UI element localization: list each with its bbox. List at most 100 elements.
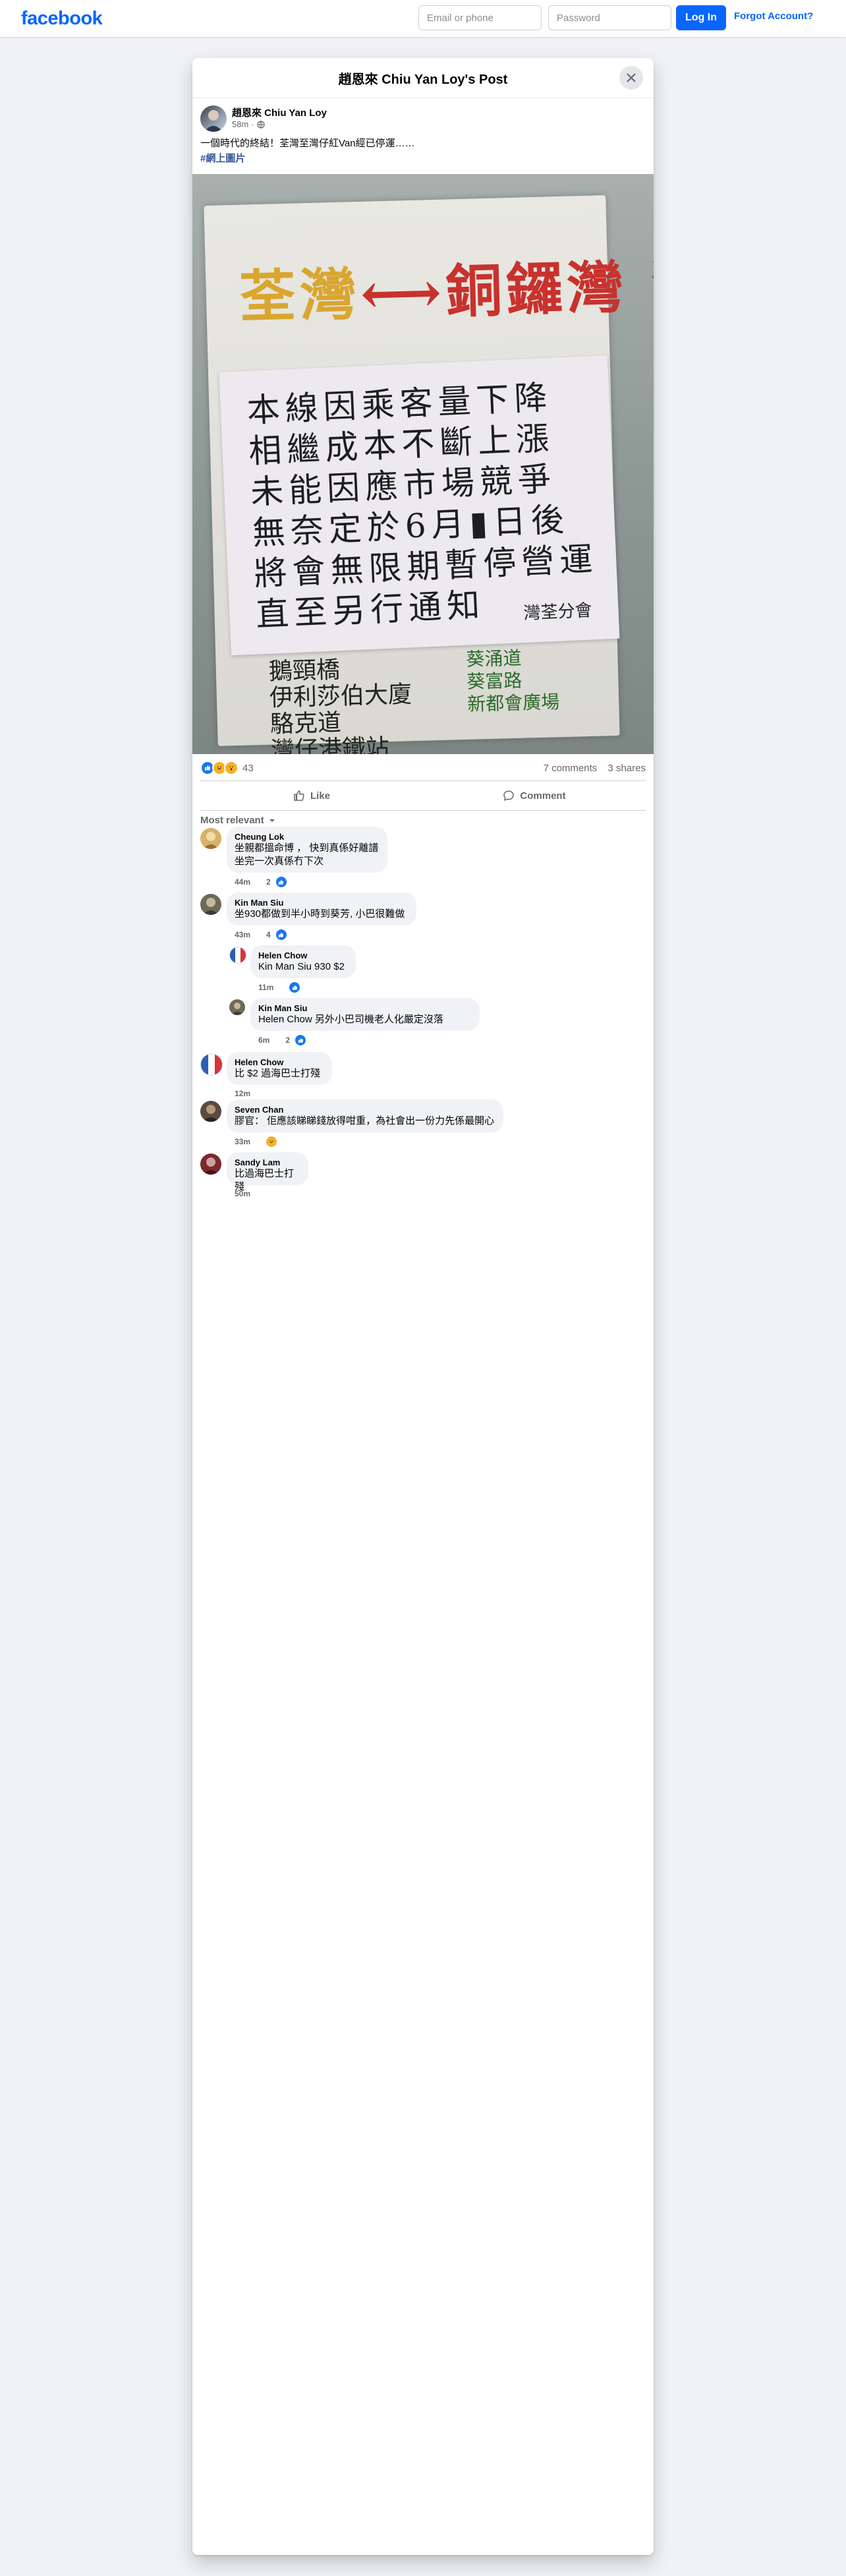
route-dest: 灣仔 [650, 250, 654, 320]
comment: Cheung Lok 坐親都搵命博 ， 快到真係好離譜 坐完一次真係冇下次 44… [200, 827, 646, 893]
comment-meta: 6m 2 [258, 1035, 306, 1045]
thumbs-up-icon [294, 790, 304, 801]
post-text: 一個時代的終結！荃灣至灣仔紅Van經已停運…… [200, 138, 415, 149]
author-avatar[interactable] [200, 105, 227, 132]
forgot-account-link[interactable]: Forgot Account? [734, 11, 813, 22]
comment-time[interactable]: 43m [235, 930, 250, 939]
comment-time[interactable]: 33m [235, 1137, 250, 1146]
author-avatar-image [204, 110, 223, 132]
commenter-name[interactable]: Helen Chow [235, 1057, 324, 1067]
reactions-icons[interactable]: 43 [200, 761, 254, 775]
facebook-logo[interactable]: facebook [21, 8, 103, 30]
commenter-avatar[interactable] [200, 828, 221, 849]
comment-bubble: Kin Man Siu Helen Chow 另外小巴司機老人化嚴定沒落 [250, 998, 480, 1031]
comment: Sandy Lam 比過海巴士打殘 50m [200, 1152, 646, 1205]
comment-meta: 11m [258, 982, 300, 993]
commenter-name[interactable]: Sandy Lam [235, 1157, 300, 1167]
comment: Helen Chow 比 $2 過海巴士打殘 12m [200, 1052, 646, 1099]
commenter-name[interactable]: Seven Chan [235, 1105, 495, 1115]
stop-name: 鵝頸橋 [268, 656, 341, 686]
comment: Seven Chan 膠官： 佢應該睇睇錢放得咁重，為社會出一份力先係最開心 3… [200, 1099, 646, 1152]
comment-time[interactable]: 50m [235, 1189, 250, 1198]
comment-text: 坐親都搵命博 ， 快到真係好離譜 [235, 842, 379, 854]
dialog-header: 趙恩來 Chiu Yan Loy's Post [192, 58, 654, 98]
email-input[interactable] [418, 5, 542, 30]
post-stats: 7 comments 3 shares [536, 763, 646, 774]
notice-line: 直至另行通知 [255, 585, 486, 634]
avatar-image [201, 1054, 222, 1075]
comment-button[interactable]: Comment [423, 781, 646, 810]
commenter-name[interactable]: Kin Man Siu [258, 1003, 472, 1013]
stop-name: 駱克道 [269, 709, 342, 738]
comment-text: Helen Chow 另外小巴司機老人化嚴定沒落 [258, 1014, 443, 1025]
commenter-name[interactable]: Kin Man Siu [235, 898, 409, 908]
comment-meta: 33m [235, 1136, 277, 1147]
avatar-image [230, 947, 246, 963]
sort-label: Most relevant [200, 815, 264, 826]
stop-name: 灣仔港鐵站 [270, 734, 390, 754]
comment-bubble: Cheung Lok 坐親都搵命博 ， 快到真係好離譜 坐完一次真係冇下次 [227, 827, 387, 873]
comment-meta: 44m 2 [235, 877, 287, 887]
post-photo[interactable]: 荃灣⟷銅鑼灣 灣仔 本線因乘客量下降 相繼成本不斷上漲 未能因應市場競爭 無奈定… [192, 174, 654, 754]
password-input[interactable] [548, 5, 671, 30]
post-actions: Like Comment [200, 780, 646, 811]
author-name[interactable]: 趙恩來 Chiu Yan Loy [232, 105, 327, 119]
commenter-name[interactable]: Helen Chow [258, 951, 348, 960]
comment-meta: 12m [235, 1089, 250, 1098]
comment-bubble: Helen Chow Kin Man Siu 930 $2 [250, 945, 356, 978]
post-meta: 58m · [232, 119, 265, 129]
comment-meta: 43m 4 [235, 929, 287, 940]
stop-name: 新都會廣場 [466, 691, 560, 715]
globe-icon [257, 120, 265, 129]
post-time[interactable]: 58m [232, 119, 248, 129]
meta-dot: · [251, 119, 254, 129]
dialog-title: 趙恩來 Chiu Yan Loy's Post [338, 73, 508, 87]
shares-count[interactable]: 3 shares [607, 763, 646, 774]
comment-like-count: 2 [285, 1036, 291, 1045]
close-button[interactable] [619, 66, 643, 90]
commenter-avatar[interactable] [200, 894, 221, 915]
comment-time[interactable]: 6m [258, 1036, 269, 1045]
stop-name: 葵涌道 [466, 647, 522, 670]
reaction-count: 43 [242, 762, 254, 774]
commenter-avatar[interactable] [229, 999, 245, 1015]
top-navbar: facebook Log In Forgot Account? [0, 0, 846, 37]
comment-bubble: Helen Chow 比 $2 過海巴士打殘 [227, 1052, 332, 1085]
login-button[interactable]: Log In [676, 5, 726, 30]
stop-name: 伊利莎伯大廈 [269, 681, 412, 712]
avatar-image [203, 898, 219, 915]
comment-sort-dropdown[interactable]: Most relevant [200, 815, 276, 826]
comments-count[interactable]: 7 comments [544, 763, 598, 774]
comment-meta: 50m [235, 1189, 250, 1198]
commenter-avatar[interactable] [229, 947, 246, 964]
reactions-summary: 43 7 comments 3 shares [200, 759, 646, 776]
like-button[interactable]: Like [200, 781, 423, 810]
comment-time[interactable]: 12m [235, 1089, 250, 1098]
comment-bubble: Kin Man Siu 坐930都做到半小時到葵芳, 小巴很難做 [227, 893, 416, 925]
commenter-avatar[interactable] [200, 1154, 221, 1175]
commenter-avatar[interactable] [200, 1101, 221, 1122]
comment-text: 比 $2 過海巴士打殘 [235, 1068, 321, 1079]
comment-like-count: 2 [266, 877, 271, 887]
post-dialog: 趙恩來 Chiu Yan Loy's Post 趙恩來 Chiu Yan Loy… [192, 58, 654, 2555]
hashtag-link[interactable]: #網上圖片 [200, 151, 245, 165]
comment: Kin Man Siu 坐930都做到半小時到葵芳, 小巴很難做 43m 4 [200, 893, 646, 945]
commenter-avatar[interactable] [200, 1053, 223, 1076]
commenter-name[interactable]: Cheung Lok [235, 832, 380, 842]
comment-bubble: Sandy Lam 比過海巴士打殘 [227, 1152, 308, 1192]
route-arrow: ⟷ [359, 258, 447, 328]
reply-comment: Kin Man Siu Helen Chow 另外小巴司機老人化嚴定沒落 6m … [229, 998, 646, 1051]
comment-time[interactable]: 44m [235, 877, 250, 887]
avatar-image [203, 1105, 219, 1122]
comment-time[interactable]: 11m [258, 983, 273, 992]
stops-list-right: 葵涌道 葵富路 新都會廣場 [466, 646, 560, 716]
haha-icon [266, 1136, 277, 1147]
like-icon [295, 1035, 306, 1045]
route-origin: 荃灣 [238, 260, 362, 331]
chevron-down-icon [269, 819, 275, 822]
notice-paper: 本線因乘客量下降 相繼成本不斷上漲 未能因應市場競爭 無奈定於6月▮日後 將會無… [219, 355, 620, 656]
close-icon [627, 73, 636, 82]
comment-bubble: Seven Chan 膠官： 佢應該睇睇錢放得咁重，為社會出一份力先係最開心 [227, 1099, 503, 1132]
wow-icon [224, 761, 239, 775]
like-icon [275, 929, 287, 940]
